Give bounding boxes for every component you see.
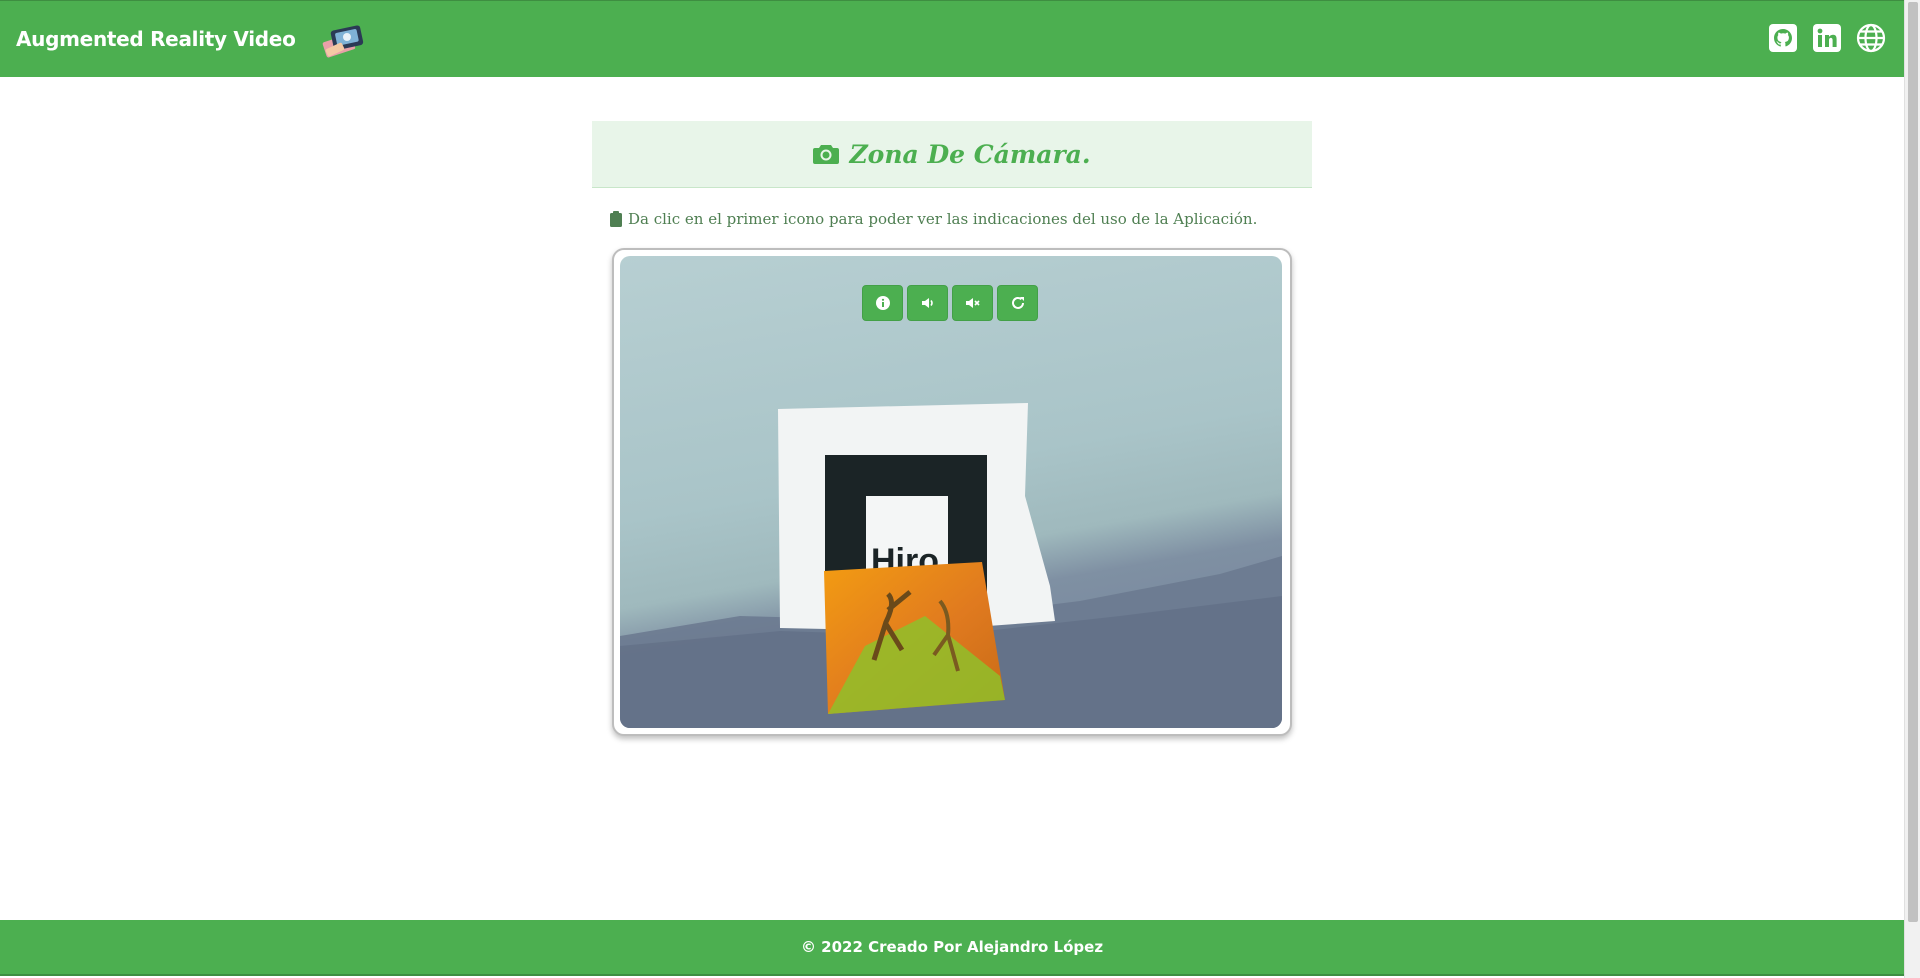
linkedin-icon[interactable] (1812, 23, 1842, 53)
clipboard-icon (610, 211, 622, 227)
camera-zone-header: Zona De Cámara. (592, 121, 1312, 188)
reload-icon (1011, 296, 1024, 309)
page-scrollbar[interactable] (1904, 0, 1920, 978)
info-icon (875, 296, 890, 310)
volume-mute-icon (965, 298, 980, 308)
github-icon[interactable] (1768, 23, 1798, 53)
info-button[interactable] (862, 285, 903, 321)
ar-logo-icon (322, 25, 363, 58)
globe-icon[interactable] (1856, 23, 1886, 53)
scrollbar-thumb[interactable] (1908, 2, 1918, 922)
app-title[interactable]: Augmented Reality Video (16, 27, 296, 51)
footer-text: © 2022 Creado Por Alejandro López (800, 938, 1104, 956)
instructions-hint: Da clic en el primer icono para poder ve… (610, 208, 1257, 230)
ar-scene: Hiro (620, 403, 1282, 728)
social-links (1768, 23, 1886, 53)
camera-icon (813, 145, 840, 164)
mute-button[interactable] (952, 285, 993, 321)
volume-up-button[interactable] (907, 285, 948, 321)
reload-button[interactable] (997, 285, 1038, 321)
camera-controls (862, 285, 1038, 321)
volume-up-icon (921, 298, 933, 308)
page-footer: © 2022 Creado Por Alejandro López (0, 920, 1904, 976)
camera-feed: Hiro (620, 256, 1282, 728)
top-navbar: Augmented Reality Video (0, 0, 1904, 77)
camera-zone-title: Zona De Cámara. (849, 139, 1091, 169)
hint-text: Da clic en el primer icono para poder ve… (628, 210, 1258, 228)
